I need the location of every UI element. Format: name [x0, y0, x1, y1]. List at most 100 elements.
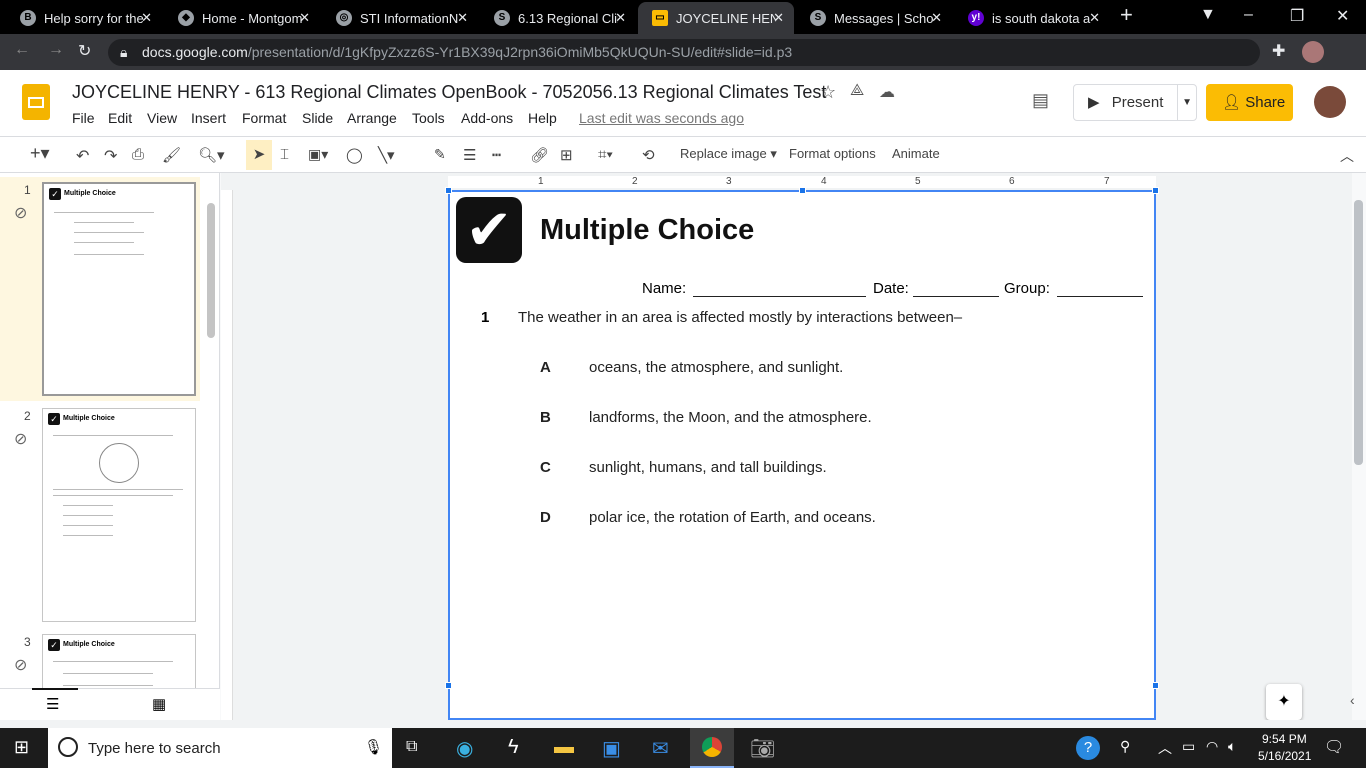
collapse-toolbar-icon[interactable]: ︿ [1340, 146, 1354, 166]
microphone-icon[interactable]: 🎙︎ [364, 738, 383, 756]
file-explorer-icon[interactable]: ▬ [554, 736, 574, 759]
filmstrip-scrollbar[interactable] [207, 203, 215, 338]
menu-addons[interactable]: Add-ons [461, 110, 513, 126]
ruler-tick: 1 [538, 176, 544, 187]
move-to-drive-icon[interactable]: ⟁ [850, 82, 864, 100]
line-icon[interactable]: ╲▾ [378, 146, 395, 164]
share-button[interactable]: 👤︎ Share [1206, 84, 1293, 121]
filmstrip-view-icon[interactable]: ☰ [46, 695, 59, 713]
menu-view[interactable]: View [147, 110, 177, 126]
undo-icon[interactable]: ↶ [76, 146, 89, 166]
taskbar-search[interactable]: Type here to search 🎙︎ [48, 728, 392, 768]
wifi-icon[interactable]: ◠ [1206, 738, 1218, 755]
select-tool-icon[interactable]: ➤ [246, 140, 272, 170]
browser-tab[interactable]: B Help sorry for the ✕ [6, 2, 162, 34]
reload-icon[interactable]: ↻ [78, 41, 91, 61]
last-edit-link[interactable]: Last edit was seconds ago [579, 110, 744, 126]
grid-view-icon[interactable]: ▦ [152, 695, 166, 713]
volume-icon[interactable]: 🔈︎ [1228, 738, 1236, 755]
new-tab-button[interactable]: + [1120, 2, 1133, 28]
minimize-button[interactable]: – [1244, 6, 1253, 24]
present-button[interactable]: ▶︎ Present ▼ [1073, 84, 1197, 121]
browser-tab[interactable]: S 6.13 Regional Clim ✕ [480, 2, 636, 34]
browser-tab[interactable]: S Messages | Schoo ✕ [796, 2, 952, 34]
slide-thumbnail-3[interactable]: ✓ Multiple Choice [42, 634, 196, 694]
mail-icon[interactable]: ✉ [652, 736, 669, 761]
format-options-button[interactable]: Format options [789, 146, 876, 161]
filmstrip[interactable]: 1 2 3 ⊘ ⊘ ⊘ ✓ Multiple Choice ✓ Multiple C… [0, 173, 220, 720]
forward-icon[interactable]: → [48, 41, 64, 59]
notifications-icon[interactable]: 🗨︎ [1324, 737, 1344, 757]
print-icon[interactable]: ⎙ [132, 146, 144, 163]
people-icon[interactable]: ⚲ [1120, 738, 1130, 755]
chrome-taskbar-button[interactable] [690, 728, 734, 768]
redo-icon[interactable]: ↷ [104, 146, 117, 166]
border-weight-icon[interactable]: ☰ [463, 146, 476, 164]
document-title[interactable]: JOYCELINE HENRY - 613 Regional Climates … [72, 82, 826, 103]
menu-help[interactable]: Help [528, 110, 557, 126]
side-panel-toggle-icon[interactable]: ‹ [1350, 692, 1355, 708]
link-icon[interactable]: 🔗︎ [530, 146, 549, 164]
image-icon[interactable]: ▣▾ [308, 146, 328, 163]
menu-slide[interactable]: Slide [302, 110, 333, 126]
profile-avatar[interactable] [1302, 41, 1324, 63]
close-tab-icon[interactable]: ✕ [931, 10, 942, 26]
new-slide-icon[interactable]: +▾ [30, 143, 50, 164]
store-icon[interactable]: ▣ [602, 736, 621, 761]
border-color-icon[interactable]: ✎ [434, 146, 446, 163]
slide[interactable]: ✔ Multiple Choice Name: Date: Group: [445, 187, 1159, 720]
maximize-button[interactable]: ❐ [1290, 6, 1304, 26]
tab-search-icon[interactable]: ▼ [1200, 6, 1216, 24]
camera-icon[interactable]: 📷︎ [750, 736, 775, 761]
menu-edit[interactable]: Edit [108, 110, 132, 126]
browser-tab-active[interactable]: ▭ JOYCELINE HENR✕ [638, 2, 794, 34]
crop-icon[interactable]: ⌗▾ [598, 146, 613, 163]
close-tab-icon[interactable]: ✕ [1089, 10, 1100, 26]
user-avatar[interactable] [1314, 86, 1346, 118]
close-window-button[interactable]: ✕ [1336, 6, 1349, 26]
windows-start-icon[interactable]: ⊞ [14, 737, 29, 758]
menu-file[interactable]: File [72, 110, 95, 126]
explore-button[interactable]: ✦ [1266, 684, 1302, 720]
speaker-notes-divider[interactable] [0, 720, 1366, 728]
browser-tab[interactable]: y! is south dakota a ✕ [954, 2, 1110, 34]
clock-date[interactable]: 5/16/2021 [1258, 749, 1311, 763]
browser-tab[interactable]: ◎ STI InformationN ✕ [322, 2, 478, 34]
url-input[interactable]: 🔒︎ docs.google.com/presentation/d/1gKfpyZ… [108, 39, 1260, 66]
replace-image-button[interactable]: Replace image ▾ [680, 146, 777, 162]
border-dash-icon[interactable]: ┅ [492, 146, 501, 164]
menu-arrange[interactable]: Arrange [347, 110, 397, 126]
menu-tools[interactable]: Tools [412, 110, 445, 126]
slide-thumbnail-1[interactable]: ✓ Multiple Choice [42, 182, 196, 396]
battery-icon[interactable]: ▭ [1182, 738, 1195, 755]
present-dropdown-icon[interactable]: ▼ [1177, 85, 1192, 120]
close-tab-icon[interactable]: ✕ [615, 10, 626, 26]
slide-thumbnail-2[interactable]: ✓ Multiple Choice [42, 408, 196, 622]
browser-tab[interactable]: ◆ Home - Montgom ✕ [164, 2, 320, 34]
show-hidden-icons[interactable]: ︿ [1158, 738, 1172, 758]
close-tab-icon[interactable]: ✕ [457, 10, 468, 26]
extensions-icon[interactable]: ✚ [1272, 41, 1285, 61]
text-box-icon[interactable]: ⌶ [280, 146, 289, 163]
clock-time[interactable]: 9:54 PM [1262, 732, 1307, 746]
zoom-icon[interactable]: 🔍︎▾ [198, 146, 225, 164]
close-tab-icon[interactable]: ✕ [141, 10, 152, 26]
menu-format[interactable]: Format [242, 110, 286, 126]
shape-icon[interactable]: ◯ [346, 146, 363, 164]
task-view-icon[interactable]: ⧉ [406, 738, 417, 756]
close-tab-icon[interactable]: ✕ [299, 10, 310, 26]
animate-button[interactable]: Animate [892, 146, 940, 161]
edge-icon[interactable]: ◉ [456, 736, 473, 761]
comments-icon[interactable]: ▤ [1032, 90, 1049, 111]
canvas-scrollbar[interactable] [1354, 200, 1363, 465]
menu-insert[interactable]: Insert [191, 110, 226, 126]
close-tab-icon[interactable]: ✕ [773, 10, 784, 26]
app-icon[interactable]: ϟ [508, 736, 519, 759]
reset-image-icon[interactable]: ⟲ [642, 146, 655, 164]
slide-heading: Multiple Choice [540, 214, 755, 246]
back-icon[interactable]: ← [14, 41, 30, 59]
paint-format-icon[interactable]: 🖌︎ [162, 146, 181, 164]
help-icon[interactable]: ? [1076, 736, 1100, 760]
slides-logo[interactable] [22, 84, 50, 120]
add-comment-icon[interactable]: ⊞ [560, 146, 573, 164]
